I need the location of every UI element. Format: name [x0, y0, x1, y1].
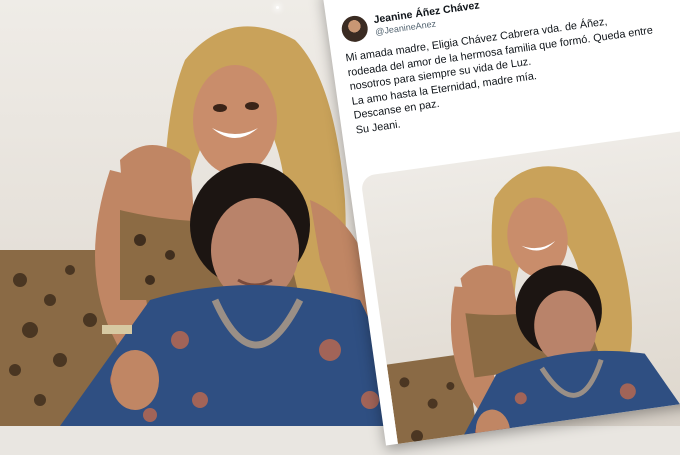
tweet-card: Jeanine Áñez Chávez @JeanineAnez Mi amad… [322, 0, 680, 446]
photo-mother-daughter-icon [386, 166, 680, 446]
sparkle-icon [276, 6, 279, 9]
tweet-embedded-photo[interactable] [360, 123, 680, 446]
avatar[interactable] [340, 14, 370, 44]
